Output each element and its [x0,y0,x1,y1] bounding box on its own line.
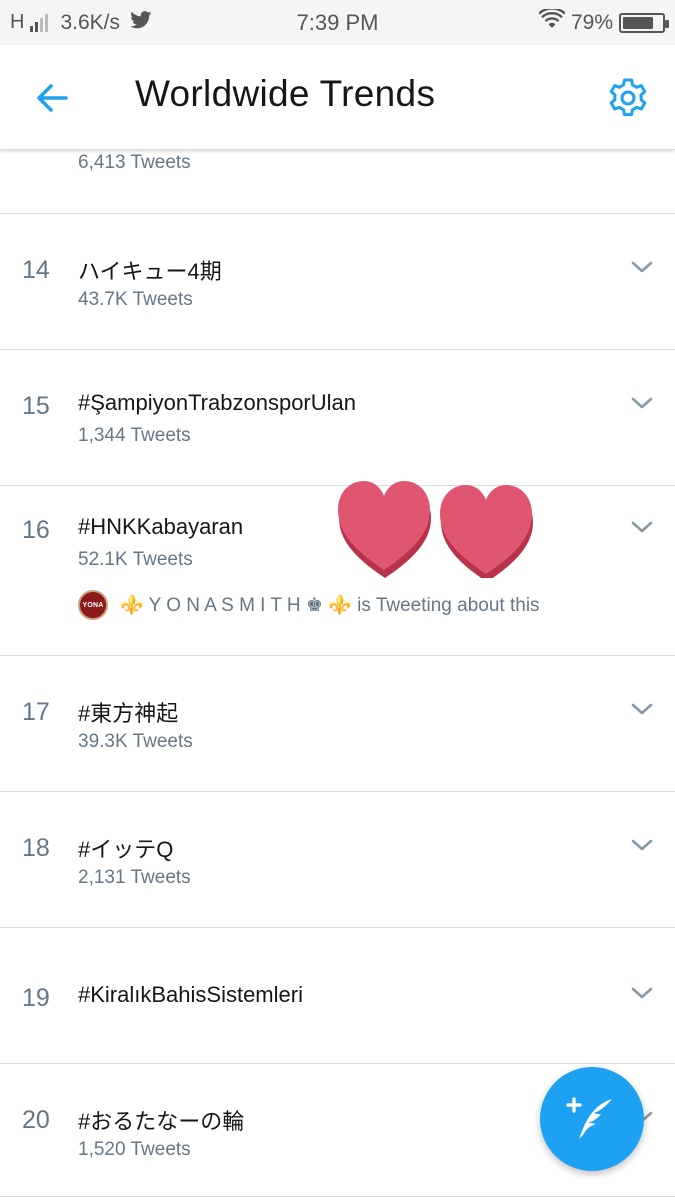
tweeting-context[interactable]: YONA ⚜️ Y O N A S M I T H ♚ ⚜️ is Tweeti… [78,590,540,620]
battery-icon [619,12,669,33]
trend-row[interactable]: 14 ハイキュー4期 43.7K Tweets [0,214,675,350]
status-bar: H 3.6K/s 7:39 PM 79% [0,0,675,45]
trend-rank: 19 [22,984,50,1012]
chevron-down-icon[interactable] [629,254,655,280]
trend-tweet-count: 1,344 Tweets [78,425,191,446]
chevron-down-icon[interactable] [629,390,655,416]
trend-name: #イッテQ [78,837,174,862]
trend-name: #ŞampiyonTrabzonsporUlan [78,390,356,415]
trend-rank: 14 [22,256,50,284]
chevron-down-icon[interactable] [629,514,655,540]
hearts-sticker [338,481,533,578]
chevron-down-icon[interactable] [629,696,655,722]
trend-tweet-count: 6,413 Tweets [78,152,191,173]
trend-row[interactable]: 17 #東方神起 39.3K Tweets [0,656,675,792]
trend-rank: 20 [22,1106,50,1134]
wifi-icon [538,0,566,45]
avatar: YONA [78,590,108,620]
trend-tweet-count: 52.1K Tweets [78,549,193,570]
settings-button[interactable] [606,76,650,120]
trend-name: ハイキュー4期 [78,259,222,284]
screen: H 3.6K/s 7:39 PM 79% Worldwide Trends 6,… [0,0,675,1200]
compose-tweet-button[interactable] [540,1067,644,1171]
trend-tweet-count: 1,520 Tweets [78,1139,191,1160]
trend-row-partial[interactable]: 6,413 Tweets [0,150,675,214]
trend-rank: 17 [22,698,50,726]
compose-tweet-icon [566,1097,612,1139]
trend-name: #KiralıkBahisSistemleri [78,982,303,1007]
page-title: Worldwide Trends [135,73,436,114]
arrow-left-icon [37,84,68,112]
divider [0,1196,675,1197]
avatar-text: YONA [82,601,104,609]
trend-tweet-count: 43.7K Tweets [78,289,193,310]
chevron-down-icon[interactable] [629,832,655,858]
chevron-down-icon[interactable] [629,980,655,1006]
context-text: ⚜️ Y O N A S M I T H ♚ ⚜️ is Tweeting ab… [120,595,540,616]
trend-name: #おるたなーの輪 [78,1109,245,1134]
app-header: Worldwide Trends [0,45,675,150]
trend-rank: 16 [22,516,50,544]
trend-tweet-count: 2,131 Tweets [78,867,191,888]
trend-rank: 18 [22,834,50,862]
trend-name: #東方神起 [78,701,179,726]
heart-icon [440,485,533,578]
trend-rank: 15 [22,392,50,420]
trend-tweet-count: 39.3K Tweets [78,731,193,752]
battery-percent: 79% [570,11,613,34]
trend-row[interactable]: 18 #イッテQ 2,131 Tweets [0,792,675,928]
back-button[interactable] [32,77,74,119]
trend-name: #HNKKabayaran [78,514,244,539]
trend-row[interactable]: 15 #ŞampiyonTrabzonsporUlan 1,344 Tweets [0,350,675,486]
gear-icon [609,78,647,117]
status-right: 79% [538,0,669,45]
battery-fill [623,16,654,29]
trend-row[interactable]: 19 #KiralıkBahisSistemleri [0,928,675,1064]
heart-icon [338,481,431,578]
